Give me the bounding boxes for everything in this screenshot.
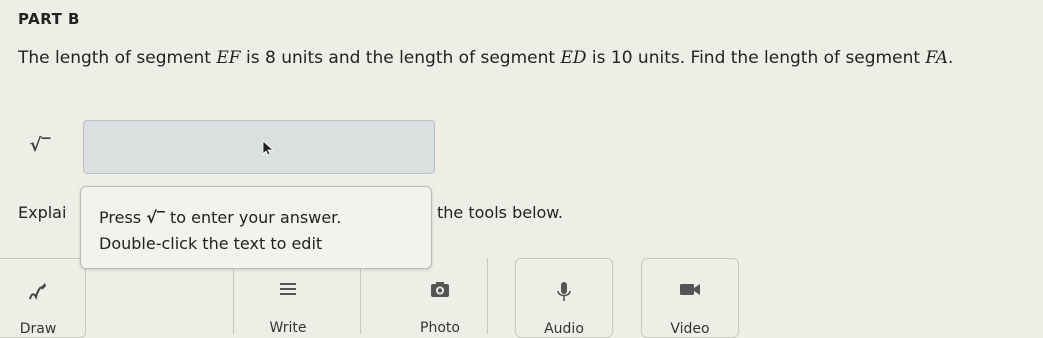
video-icon xyxy=(642,281,738,302)
microphone-icon xyxy=(516,281,612,308)
tool-video-label: Video xyxy=(670,321,710,337)
answer-input[interactable] xyxy=(83,120,435,174)
tool-draw-label: Draw xyxy=(19,321,57,337)
question-text: The length of segment EF is 8 units and … xyxy=(18,48,1038,68)
explain-prompt-start: Explai xyxy=(18,203,67,222)
tool-draw-button[interactable]: Draw xyxy=(0,258,86,338)
segment-ef: EF xyxy=(216,48,241,68)
part-label: PART B xyxy=(18,10,80,28)
tool-write-button[interactable]: Write xyxy=(240,258,336,338)
square-root-icon: √‾ xyxy=(146,208,165,227)
tool-divider xyxy=(233,258,234,334)
question-text-3: is 10 units. Find the length of segment xyxy=(586,48,926,68)
sqrt-hint-tooltip: Press √‾ to enter your answer. Double-cl… xyxy=(80,186,432,269)
mouse-pointer-icon xyxy=(262,140,274,156)
segment-ed: ED xyxy=(560,48,587,68)
tool-audio-button[interactable]: Audio xyxy=(515,258,613,338)
square-root-icon: √‾ xyxy=(29,134,51,156)
tooltip-instruction-text: to enter your answer. xyxy=(169,208,342,227)
lines-icon xyxy=(240,280,336,303)
question-text-1: The length of segment xyxy=(18,48,217,68)
camera-icon xyxy=(392,280,488,303)
tooltip-line-2: Double-click the text to edit xyxy=(99,234,323,253)
tooltip-press-text: Press xyxy=(99,208,142,227)
question-text-4: . xyxy=(948,48,954,68)
explain-prompt-end: the tools below. xyxy=(437,203,563,222)
square-root-button[interactable]: √‾ xyxy=(24,130,56,160)
segment-fa: FA xyxy=(925,48,949,68)
tooltip-line-1: Press √‾ to enter your answer. xyxy=(99,205,431,231)
tool-photo-button[interactable]: Photo xyxy=(392,258,488,338)
tool-audio-label: Audio xyxy=(544,321,584,337)
tool-divider xyxy=(360,258,361,334)
draw-icon xyxy=(0,281,85,308)
tool-video-button[interactable]: Video xyxy=(641,258,739,338)
question-text-2: is 8 units and the length of segment xyxy=(240,48,561,68)
